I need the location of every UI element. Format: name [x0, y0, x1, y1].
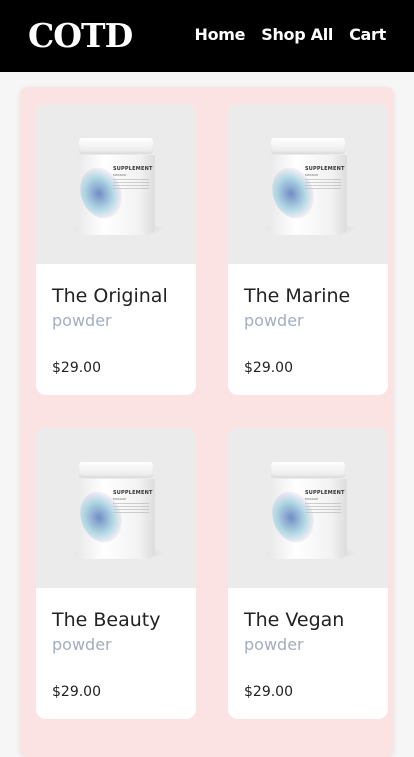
jar-body: SUPPLEMENT MOCKUP	[77, 155, 155, 235]
product-price: $29.00	[52, 360, 101, 376]
logo[interactable]: COTD	[28, 17, 133, 55]
nav-cart-link[interactable]: Cart	[349, 24, 386, 46]
product-subtitle: powder	[244, 311, 304, 330]
product-name[interactable]: The Original	[52, 284, 168, 308]
product-grid: SUPPLEMENT MOCKUP The Original powder $2…	[20, 87, 394, 757]
product-name[interactable]: The Marine	[244, 284, 350, 308]
main-nav: Home Shop All Cart	[195, 24, 387, 46]
jar-label-subtitle: MOCKUP	[113, 497, 126, 501]
jar-label-title: SUPPLEMENT	[113, 490, 153, 496]
product-subtitle: powder	[52, 311, 112, 330]
product-subtitle: powder	[52, 635, 112, 654]
product-price: $29.00	[244, 684, 293, 700]
jar-lid	[79, 462, 153, 478]
site-header: COTD Home Shop All Cart	[0, 0, 414, 72]
jar-label-lines	[305, 179, 341, 189]
jar-label-title: SUPPLEMENT	[305, 490, 345, 496]
jar-lid	[271, 462, 345, 478]
product-price: $29.00	[244, 360, 293, 376]
product-image[interactable]: SUPPLEMENT MOCKUP	[36, 104, 196, 264]
jar-label-lines	[305, 503, 341, 513]
product-image[interactable]: SUPPLEMENT MOCKUP	[36, 428, 196, 588]
product-card[interactable]: SUPPLEMENT MOCKUP The Beauty powder $29.…	[36, 428, 196, 719]
supplement-jar-icon: SUPPLEMENT MOCKUP	[77, 462, 155, 562]
jar-label-subtitle: MOCKUP	[305, 173, 318, 177]
product-image[interactable]: SUPPLEMENT MOCKUP	[228, 104, 388, 264]
jar-label-lines	[113, 179, 149, 189]
supplement-jar-icon: SUPPLEMENT MOCKUP	[269, 462, 347, 562]
jar-label-subtitle: MOCKUP	[113, 173, 126, 177]
nav-home-link[interactable]: Home	[195, 24, 246, 46]
jar-label-title: SUPPLEMENT	[113, 166, 153, 172]
jar-label-subtitle: MOCKUP	[305, 497, 318, 501]
jar-body: SUPPLEMENT MOCKUP	[77, 479, 155, 559]
product-name[interactable]: The Vegan	[244, 608, 344, 632]
jar-label-title: SUPPLEMENT	[305, 166, 345, 172]
jar-body: SUPPLEMENT MOCKUP	[269, 479, 347, 559]
product-name[interactable]: The Beauty	[52, 608, 160, 632]
product-image[interactable]: SUPPLEMENT MOCKUP	[228, 428, 388, 588]
product-card[interactable]: SUPPLEMENT MOCKUP The Vegan powder $29.0…	[228, 428, 388, 719]
jar-label-lines	[113, 503, 149, 513]
product-card[interactable]: SUPPLEMENT MOCKUP The Original powder $2…	[36, 104, 196, 395]
product-card[interactable]: SUPPLEMENT MOCKUP The Marine powder $29.…	[228, 104, 388, 395]
jar-lid	[79, 138, 153, 154]
product-subtitle: powder	[244, 635, 304, 654]
jar-body: SUPPLEMENT MOCKUP	[269, 155, 347, 235]
nav-shop-all-link[interactable]: Shop All	[261, 24, 333, 46]
jar-lid	[271, 138, 345, 154]
product-price: $29.00	[52, 684, 101, 700]
supplement-jar-icon: SUPPLEMENT MOCKUP	[77, 138, 155, 238]
supplement-jar-icon: SUPPLEMENT MOCKUP	[269, 138, 347, 238]
